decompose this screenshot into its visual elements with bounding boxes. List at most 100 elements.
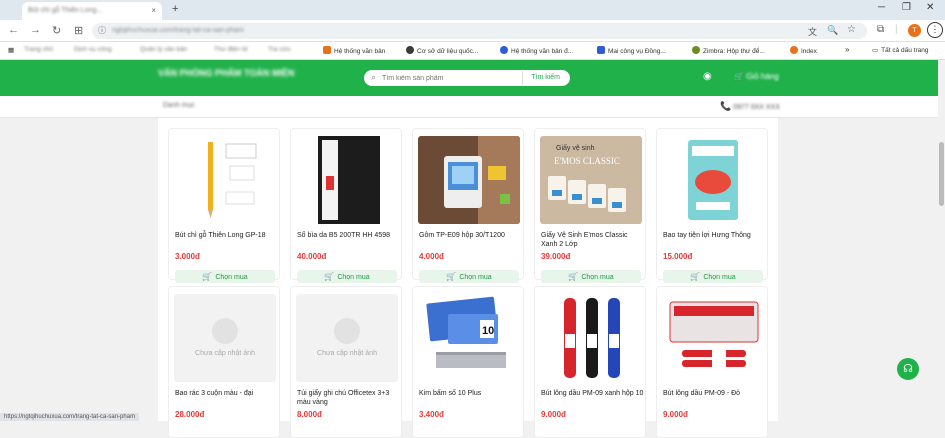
- maximize-icon[interactable]: ❐: [902, 2, 911, 13]
- bookmark-blurred-1[interactable]: Trang chủ: [24, 46, 53, 53]
- profile-avatar[interactable]: T: [908, 24, 921, 37]
- headset-icon: ☊: [903, 363, 913, 375]
- product-card[interactable]: Giấy vệ sinh E'MOS CLASSIC Giấy Vệ Sinh …: [534, 128, 646, 283]
- browser-toolbar: ← → ↻ ⊞ ⓘ ngtqihuchuxua.com/trang-tat-ca…: [0, 20, 945, 42]
- product-price: 15.000đ: [663, 252, 693, 261]
- choose-buy-button[interactable]: 🛒 Chọn mua: [663, 270, 763, 283]
- choose-buy-button[interactable]: 🛒 Chọn mua: [297, 270, 397, 283]
- product-name[interactable]: Giấy Vệ Sinh E'mos Classic Xanh 2 Lớp: [541, 231, 645, 249]
- product-price: 40.000đ: [297, 252, 327, 261]
- bookmark-blurred-5[interactable]: Tra cứu: [268, 46, 291, 53]
- basket-icon: 🛒: [446, 272, 457, 281]
- bookmark-item-3[interactable]: Hệ thống văn bản đ...: [500, 46, 573, 55]
- reload-icon[interactable]: ↻: [52, 24, 61, 37]
- cart-link[interactable]: 🛒 Giỏ hàng: [734, 72, 779, 81]
- site-info-icon[interactable]: ⓘ: [98, 25, 106, 36]
- product-price: 3.000đ: [175, 252, 200, 261]
- product-image[interactable]: [662, 136, 764, 224]
- product-card[interactable]: Sổ bìa da B5 200TR HH 4598 40.000đ 🛒 Chọn…: [290, 128, 402, 283]
- product-image[interactable]: [174, 136, 276, 224]
- site-header: VĂN PHÒNG PHẨM TOÀN MIỀN ⌕ Tìm kiếm ◉ 🛒 …: [0, 60, 945, 96]
- product-name[interactable]: Gôm TP-E09 hộp 30/T1200: [419, 231, 523, 240]
- product-name[interactable]: Kim bấm số 10 Plus: [419, 389, 523, 398]
- product-price: 9.000đ: [663, 410, 688, 419]
- puzzle-icon[interactable]: ⧉: [877, 24, 884, 35]
- scrollbar-thumb[interactable]: [939, 142, 944, 206]
- minimize-icon[interactable]: ─: [878, 2, 885, 13]
- browser-menu-icon[interactable]: ⋮: [927, 22, 943, 38]
- bookmark-star-icon[interactable]: ☆: [847, 24, 856, 35]
- product-grid: Bút chì gỗ Thiên Long GP-18 3.000đ 🛒 Chọn…: [158, 118, 778, 438]
- basket-icon: 🛒: [690, 272, 701, 281]
- product-card[interactable]: 10 Kim bấm số 10 Plus 3.400đ: [412, 286, 524, 438]
- all-bookmarks[interactable]: ▭ Tất cả dấu trang: [872, 46, 929, 54]
- product-card[interactable]: Gôm TP-E09 hộp 30/T1200 4.000đ 🛒 Chọn mua: [412, 128, 524, 283]
- product-price: 3.400đ: [419, 410, 444, 419]
- forward-icon[interactable]: →: [30, 24, 41, 36]
- product-image[interactable]: [418, 136, 520, 224]
- product-card[interactable]: Bút lông dầu PM-09 - Đỏ 9.000đ: [656, 286, 768, 438]
- product-image-placeholder[interactable]: Chưa cập nhật ảnh: [296, 294, 398, 382]
- product-name[interactable]: Túi giấy ghi chú Officetex 3+3 màu vàng: [297, 389, 401, 407]
- bookmark-blurred-3[interactable]: Quản lý văn bản: [140, 46, 187, 53]
- product-name[interactable]: Bao rác 3 cuộn màu - đại: [175, 389, 279, 398]
- bookmark-blurred-4[interactable]: Thư điện tử: [214, 46, 248, 53]
- choose-buy-button[interactable]: 🛒 Chọn mua: [541, 270, 641, 283]
- bookmark-item-5[interactable]: Zimbra: Hộp thư để...: [692, 46, 765, 55]
- close-window-icon[interactable]: ✕: [926, 2, 934, 13]
- back-icon[interactable]: ←: [8, 24, 19, 36]
- product-image[interactable]: 10: [418, 294, 520, 382]
- bookmark-blurred-2[interactable]: Dịch vụ công: [74, 46, 112, 53]
- svg-text:Giấy vệ sinh: Giấy vệ sinh: [556, 143, 595, 152]
- choose-buy-button[interactable]: 🛒 Chọn mua: [419, 270, 519, 283]
- search-input[interactable]: [382, 72, 502, 84]
- product-card[interactable]: Chưa cập nhật ảnh Bao rác 3 cuộn màu - đ…: [168, 286, 280, 438]
- product-image[interactable]: [662, 294, 764, 382]
- bookmark-item-1[interactable]: Hệ thống văn bản: [323, 46, 385, 55]
- bookmark-item-4[interactable]: Mai công vụ Đồng...: [597, 46, 666, 55]
- product-image[interactable]: Giấy vệ sinh E'MOS CLASSIC: [540, 136, 642, 224]
- no-image-text: Chưa cập nhật ảnh: [195, 350, 255, 357]
- product-name[interactable]: Bút chì gỗ Thiên Long GP-18: [175, 231, 279, 240]
- user-icon[interactable]: ◉: [703, 71, 712, 82]
- product-image[interactable]: [296, 136, 398, 224]
- product-image[interactable]: [540, 294, 642, 382]
- support-chat-button[interactable]: ☊: [897, 358, 919, 380]
- product-card[interactable]: Bút lông dầu PM-09 xanh hộp 10 9.000đ: [534, 286, 646, 438]
- product-name[interactable]: Bút lông dầu PM-09 xanh hộp 10: [541, 389, 645, 398]
- svg-text:10: 10: [482, 325, 494, 337]
- product-image-placeholder[interactable]: Chưa cập nhật ảnh: [174, 294, 276, 382]
- site-logo[interactable]: VĂN PHÒNG PHẨM TOÀN MIỀN: [158, 68, 358, 79]
- sub-header-bar: Danh mục 📞 0977 0XX XXX: [0, 96, 945, 118]
- divider: |: [895, 24, 898, 35]
- category-menu[interactable]: Danh mục: [163, 102, 195, 109]
- basket-icon: 🛒: [324, 272, 335, 281]
- product-card[interactable]: Bút chì gỗ Thiên Long GP-18 3.000đ 🛒 Chọn…: [168, 128, 280, 283]
- cart-icon: 🛒: [734, 72, 744, 81]
- product-name[interactable]: Sổ bìa da B5 200TR HH 4598: [297, 231, 401, 240]
- product-name[interactable]: Bao tay tiện lợi Hưng Thông: [663, 231, 767, 240]
- choose-buy-button[interactable]: 🛒 Chọn mua: [175, 270, 275, 283]
- product-card[interactable]: Chưa cập nhật ảnh Túi giấy ghi chú Offic…: [290, 286, 402, 438]
- extensions-icon[interactable]: ⊞: [74, 24, 83, 37]
- address-bar[interactable]: ⓘ ngtqihuchuxua.com/trang-tat-ca-san-pha…: [92, 23, 867, 39]
- close-tab-icon[interactable]: ×: [151, 6, 156, 15]
- browser-tab[interactable]: Bút chì gỗ Thiên Long... ×: [22, 2, 162, 20]
- basket-icon: 🛒: [568, 272, 579, 281]
- zoom-icon[interactable]: 🔍: [827, 25, 838, 36]
- bookmarks-more-icon[interactable]: »: [845, 45, 849, 54]
- product-card[interactable]: Bao tay tiện lợi Hưng Thông 15.000đ 🛒 Chọ…: [656, 128, 768, 283]
- page-scrollbar[interactable]: [938, 60, 945, 421]
- product-price: 28.000đ: [175, 410, 205, 419]
- search-button[interactable]: Tìm kiếm: [522, 71, 568, 85]
- translate-icon[interactable]: 文: [808, 25, 817, 38]
- url-text: ngtqihuchuxua.com/trang-tat-ca-san-pham: [112, 27, 244, 34]
- bookmark-item-6[interactable]: Index: [790, 46, 817, 55]
- search-bar: ⌕ Tìm kiếm: [364, 70, 570, 86]
- apps-icon[interactable]: ▦: [8, 46, 14, 54]
- product-name[interactable]: Bút lông dầu PM-09 - Đỏ: [663, 389, 767, 398]
- bookmark-item-2[interactable]: Cơ sở dữ liệu quốc...: [406, 46, 478, 55]
- new-tab-button[interactable]: +: [172, 3, 178, 15]
- phone-icon: 📞: [720, 101, 732, 111]
- product-price: 4.000đ: [419, 252, 444, 261]
